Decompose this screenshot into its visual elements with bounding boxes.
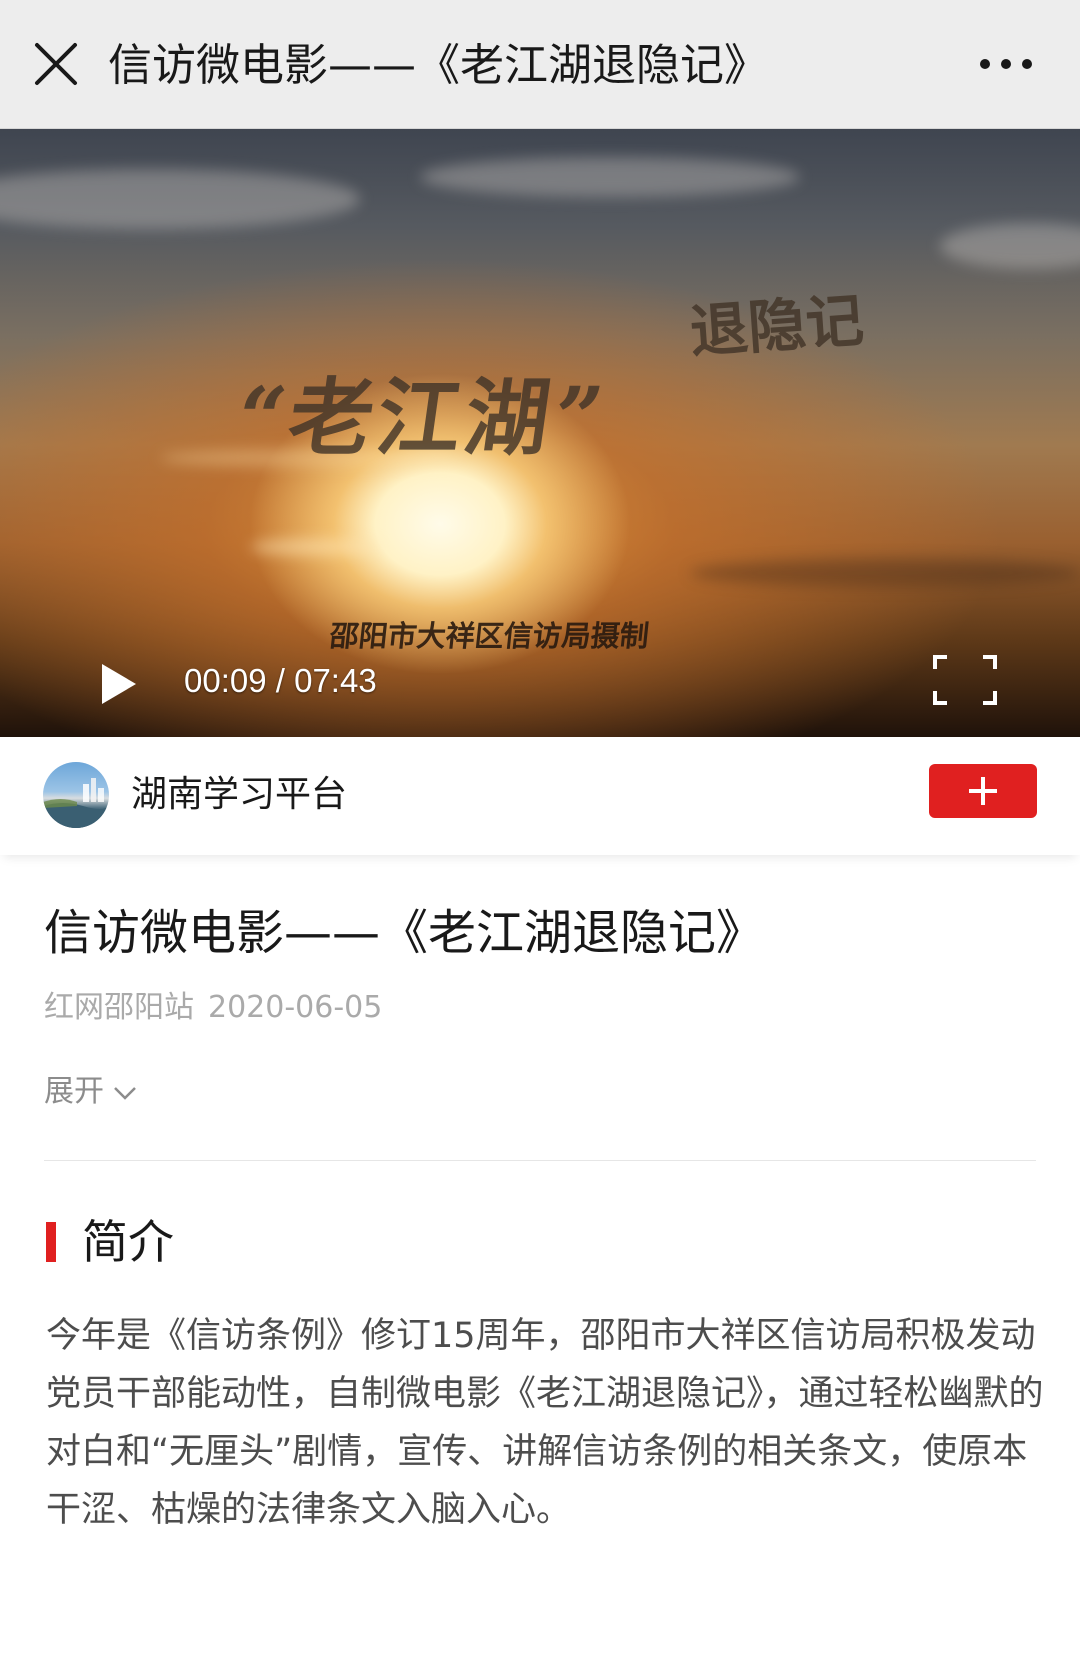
expand-label: 展开: [44, 1074, 104, 1109]
plus-icon: [969, 777, 997, 805]
article-source[interactable]: 红网邵阳站: [44, 990, 194, 1025]
divider: [44, 1160, 1036, 1161]
video-overlay-vertical-title: 退隐记: [687, 286, 867, 367]
account-row: 湖南学习平台: [0, 737, 1080, 855]
intro-text: 今年是《信访条例》修订15周年，邵阳市大祥区信访局积极发动党员干部能动性，自制微…: [46, 1316, 1044, 1530]
video-player[interactable]: “老江湖” 退隐记 邵阳市大祥区信访局摄制 00:09 / 07:43: [0, 129, 1080, 737]
close-icon[interactable]: [28, 36, 84, 92]
sky-cloud: [420, 157, 800, 197]
more-horizontal-icon[interactable]: [976, 44, 1036, 84]
fullscreen-icon[interactable]: [933, 655, 997, 705]
account-name[interactable]: 湖南学习平台: [131, 770, 347, 820]
play-icon[interactable]: [92, 658, 144, 710]
nav-title: 信访微电影——《老江湖退隐记》: [108, 40, 768, 91]
sky-cloud: [690, 559, 1080, 587]
article-title: 信访微电影——《老江湖退隐记》: [44, 905, 765, 961]
top-nav-bar: 信访微电影——《老江湖退隐记》: [0, 0, 1080, 129]
section-accent-bar: [46, 1222, 56, 1262]
sky-cloud: [940, 223, 1080, 269]
follow-button[interactable]: [929, 764, 1037, 818]
sky-cloud: [250, 539, 380, 555]
article-date: 2020-06-05: [208, 990, 383, 1025]
video-overlay-credit: 邵阳市大祥区信访局摄制: [328, 619, 651, 653]
intro-heading-label: 简介: [82, 1215, 174, 1269]
video-overlay-title: “老江湖”: [230, 368, 613, 467]
sky-cloud: [0, 169, 360, 229]
avatar[interactable]: [43, 762, 109, 828]
video-time: 00:09 / 07:43: [184, 662, 377, 699]
expand-button[interactable]: 展开: [44, 1072, 138, 1112]
chevron-down-icon: [114, 1086, 136, 1100]
article-meta: 红网邵阳站 2020-06-05: [44, 988, 382, 1028]
